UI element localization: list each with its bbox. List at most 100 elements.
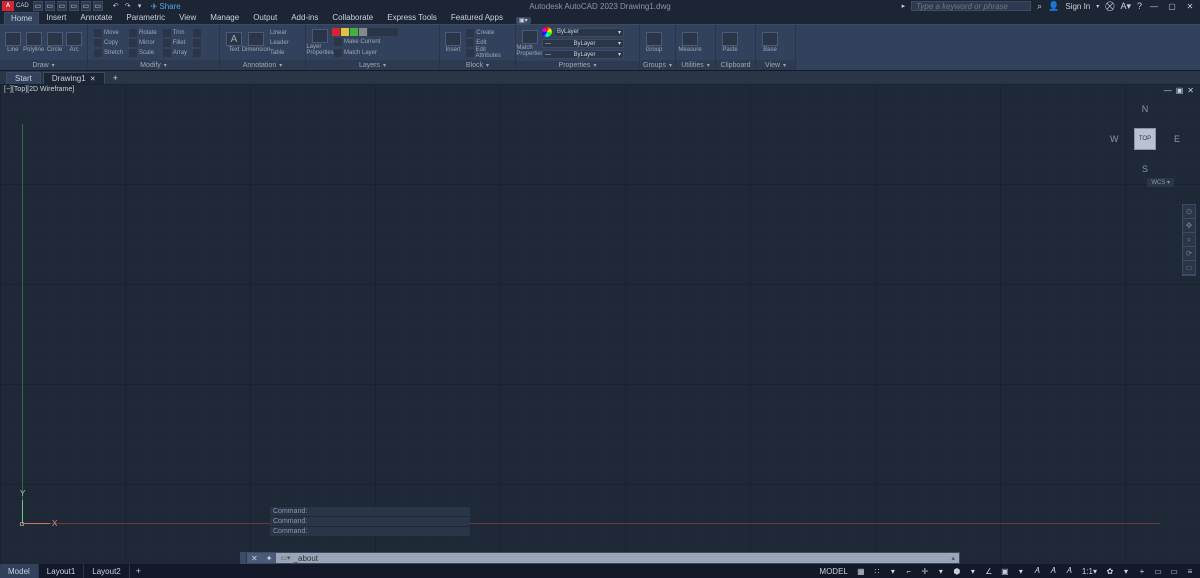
- group-button[interactable]: Group: [644, 29, 664, 57]
- status-dd5-icon[interactable]: ▾: [1120, 565, 1132, 577]
- signin-dd-icon[interactable]: ▾: [1096, 3, 1099, 10]
- status-grid-icon[interactable]: ▦: [855, 565, 867, 577]
- base-button[interactable]: Base: [760, 29, 780, 57]
- tab-output[interactable]: Output: [246, 11, 284, 24]
- tab-model[interactable]: Model: [0, 564, 39, 578]
- status-iso-icon[interactable]: ⬢: [951, 565, 963, 577]
- status-anno-icon[interactable]: 𝐴: [1031, 565, 1043, 577]
- qat-save-icon[interactable]: ▭: [57, 1, 67, 11]
- layer-properties-button[interactable]: Layer Properties: [310, 29, 330, 57]
- status-annoscale-icon[interactable]: 𝐴: [1047, 565, 1059, 577]
- qat-web-icon[interactable]: ▭: [81, 1, 91, 11]
- status-full-icon[interactable]: ▭: [1168, 565, 1180, 577]
- nav-orbit-icon[interactable]: ⟳: [1183, 247, 1195, 261]
- qat-saveas-icon[interactable]: ▭: [69, 1, 79, 11]
- signin-button[interactable]: Sign In: [1065, 2, 1090, 11]
- tab-extra-icon[interactable]: ▣▾: [516, 17, 531, 24]
- stretch-button[interactable]: Stretch: [92, 48, 125, 57]
- status-plus-icon[interactable]: +: [1136, 565, 1148, 577]
- doctab-drawing1[interactable]: Drawing1✕: [43, 72, 105, 84]
- search-input[interactable]: Type a keyword or phrase: [911, 1, 1031, 11]
- maximize-button[interactable]: ▢: [1166, 2, 1178, 11]
- qat-plot-icon[interactable]: ▭: [93, 1, 103, 11]
- cart-icon[interactable]: ⛒: [1105, 1, 1114, 12]
- tab-addins[interactable]: Add-ins: [284, 11, 325, 24]
- nav-show-icon[interactable]: ▭: [1183, 261, 1195, 275]
- tab-parametric[interactable]: Parametric: [119, 11, 172, 24]
- status-ui-icon[interactable]: ▭: [1152, 565, 1164, 577]
- modify-extra2[interactable]: [191, 38, 203, 47]
- qat-dd-icon[interactable]: ▾: [135, 1, 145, 11]
- minimize-button[interactable]: —: [1148, 2, 1160, 11]
- modify-extra1[interactable]: [191, 28, 203, 37]
- copy-button[interactable]: Copy: [92, 38, 125, 47]
- trim-button[interactable]: Trim: [161, 28, 189, 37]
- insert-button[interactable]: Insert: [444, 29, 462, 57]
- status-ortho-icon[interactable]: ⌐: [903, 565, 915, 577]
- help-icon[interactable]: ?: [1137, 1, 1142, 11]
- linear-button[interactable]: Linear: [268, 28, 291, 37]
- close-icon[interactable]: ✕: [90, 75, 96, 83]
- make-current-button[interactable]: Make Current: [332, 38, 398, 47]
- app-icon[interactable]: A▾: [1120, 1, 1131, 12]
- search-icon[interactable]: ⌕: [1037, 1, 1042, 12]
- match-properties-button[interactable]: Match Properties: [520, 29, 540, 57]
- status-dd1-icon[interactable]: ▾: [887, 565, 899, 577]
- line-button[interactable]: Line: [4, 29, 22, 57]
- tab-featured[interactable]: Featured Apps: [444, 11, 510, 24]
- tab-express[interactable]: Express Tools: [380, 11, 444, 24]
- leader-button[interactable]: Leader: [268, 38, 291, 47]
- match-layer-button[interactable]: Match Layer: [332, 49, 398, 58]
- edit-attributes-button[interactable]: Edit Attributes: [464, 48, 511, 57]
- status-osnap-icon[interactable]: ∠: [983, 565, 995, 577]
- move-button[interactable]: Move: [92, 28, 125, 37]
- scale-button[interactable]: Scale: [127, 48, 159, 57]
- measure-button[interactable]: Measure: [680, 29, 700, 57]
- arc-button[interactable]: Arc: [65, 29, 83, 57]
- array-button[interactable]: Array: [161, 48, 189, 57]
- vp-minimize-icon[interactable]: —: [1164, 86, 1172, 95]
- status-dd2-icon[interactable]: ▾: [935, 565, 947, 577]
- linetype-combo[interactable]: — ByLayer▾: [542, 50, 624, 59]
- nav-pan-icon[interactable]: ✥: [1183, 219, 1195, 233]
- qat-open-icon[interactable]: ▭: [45, 1, 55, 11]
- tab-home[interactable]: Home: [4, 12, 39, 24]
- status-snap-icon[interactable]: ∷: [871, 565, 883, 577]
- cmdline-recent-icon[interactable]: ▴: [947, 553, 959, 563]
- tab-collaborate[interactable]: Collaborate: [325, 11, 380, 24]
- cmdline-customize-icon[interactable]: ✦: [262, 554, 277, 563]
- vp-close-icon[interactable]: ✕: [1187, 86, 1194, 95]
- table-button[interactable]: Table: [268, 48, 291, 57]
- tab-manage[interactable]: Manage: [203, 11, 246, 24]
- close-button[interactable]: ✕: [1184, 2, 1196, 11]
- lineweight-combo[interactable]: — ByLayer▾: [542, 39, 624, 48]
- doctab-new-button[interactable]: +: [107, 72, 124, 84]
- mirror-button[interactable]: Mirror: [127, 38, 159, 47]
- view-cube-top[interactable]: TOP: [1134, 128, 1156, 150]
- status-dd3-icon[interactable]: ▾: [967, 565, 979, 577]
- cmdline-close-icon[interactable]: ✕: [247, 554, 262, 563]
- nav-zoom-icon[interactable]: ⌕: [1183, 233, 1195, 247]
- share-button[interactable]: ✈Share: [151, 2, 181, 11]
- qat-redo-icon[interactable]: ↷: [123, 1, 133, 11]
- doctab-start[interactable]: Start: [6, 72, 41, 84]
- tab-insert[interactable]: Insert: [39, 11, 73, 24]
- status-model-label[interactable]: MODEL: [816, 565, 850, 577]
- view-cube[interactable]: N S W E TOP: [1110, 104, 1180, 174]
- status-dd4-icon[interactable]: ▾: [1015, 565, 1027, 577]
- block-create-button[interactable]: Create: [464, 28, 511, 37]
- layer-state-swatch[interactable]: [332, 28, 398, 36]
- color-combo[interactable]: ByLayer▾: [554, 28, 624, 37]
- qat-undo-icon[interactable]: ↶: [111, 1, 121, 11]
- tab-annotate[interactable]: Annotate: [73, 11, 119, 24]
- dimension-button[interactable]: Dimension: [246, 29, 266, 57]
- wcs-dropdown[interactable]: WCS ▾: [1147, 178, 1174, 187]
- command-input[interactable]: ▭▾_about: [276, 553, 947, 563]
- viewport-label[interactable]: [−][Top][2D Wireframe]: [4, 86, 74, 93]
- status-scale-combo[interactable]: 1:1▾: [1079, 565, 1100, 577]
- add-layout-button[interactable]: +: [130, 566, 147, 576]
- status-otrack-icon[interactable]: ▣: [999, 565, 1011, 577]
- status-menu-icon[interactable]: ≡: [1184, 565, 1196, 577]
- polyline-button[interactable]: Polyline: [24, 29, 44, 57]
- circle-button[interactable]: Circle: [46, 29, 64, 57]
